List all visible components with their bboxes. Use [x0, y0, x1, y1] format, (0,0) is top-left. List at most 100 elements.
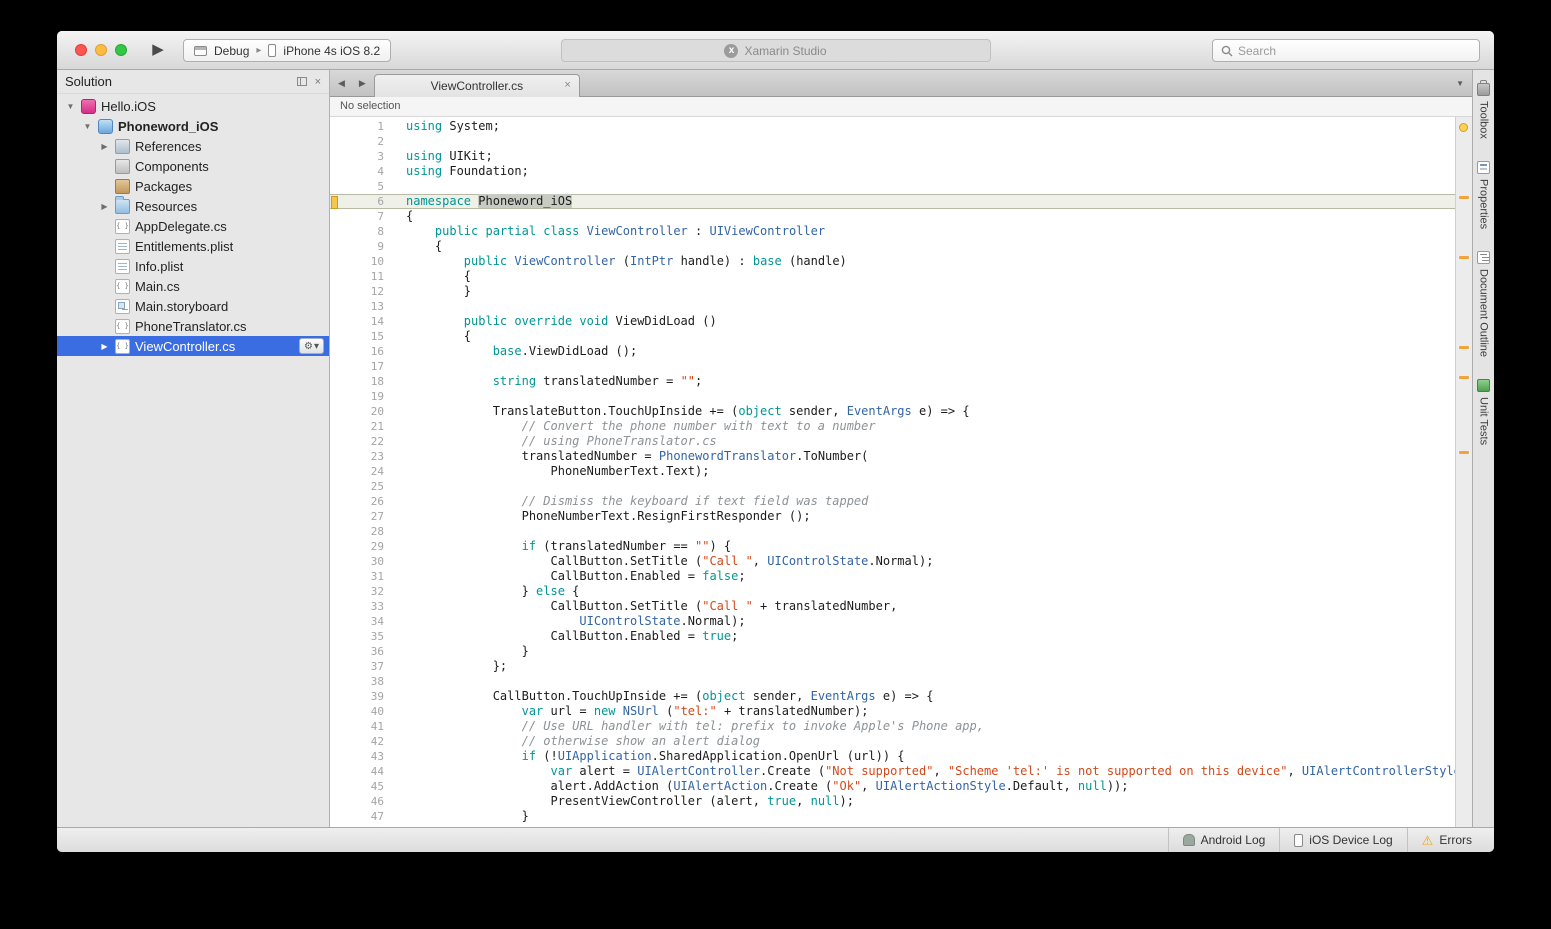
line-number[interactable]: 38: [330, 674, 392, 689]
task-marker[interactable]: [1459, 256, 1469, 259]
analysis-status-icon[interactable]: [1459, 123, 1468, 132]
back-button[interactable]: ◀: [338, 78, 345, 89]
line-number[interactable]: 23: [330, 449, 392, 464]
code-line[interactable]: 24 PhoneNumberText.Text);: [330, 464, 1455, 479]
line-number[interactable]: 28: [330, 524, 392, 539]
line-number[interactable]: 30: [330, 554, 392, 569]
tree-item-references[interactable]: ▶References: [57, 136, 329, 156]
line-number[interactable]: 47: [330, 809, 392, 824]
status-button-errors[interactable]: ⚠Errors: [1407, 828, 1486, 852]
line-number[interactable]: 34: [330, 614, 392, 629]
line-number[interactable]: 33: [330, 599, 392, 614]
code-line[interactable]: 10 public ViewController (IntPtr handle)…: [330, 254, 1455, 269]
task-marker[interactable]: [1459, 451, 1469, 454]
code-line[interactable]: 21 // Convert the phone number with text…: [330, 419, 1455, 434]
minimize-window-button[interactable]: [95, 44, 107, 56]
line-number[interactable]: 44: [330, 764, 392, 779]
tree-item-hello-ios[interactable]: ▼Hello.iOS: [57, 96, 329, 116]
code-line[interactable]: 45 alert.AddAction (UIAlertAction.Create…: [330, 779, 1455, 794]
dock-tab-toolbox[interactable]: Toolbox: [1477, 80, 1490, 139]
line-number[interactable]: 42: [330, 734, 392, 749]
line-number[interactable]: 43: [330, 749, 392, 764]
tree-item-resources[interactable]: ▶Resources: [57, 196, 329, 216]
code-line[interactable]: 41 // Use URL handler with tel: prefix t…: [330, 719, 1455, 734]
line-number[interactable]: 25: [330, 479, 392, 494]
tree-item-info-plist[interactable]: Info.plist: [57, 256, 329, 276]
code-line[interactable]: 32 } else {: [330, 584, 1455, 599]
code-line[interactable]: 43 if (!UIApplication.SharedApplication.…: [330, 749, 1455, 764]
tree-item-main-cs[interactable]: Main.cs: [57, 276, 329, 296]
code-line[interactable]: 38: [330, 674, 1455, 689]
code-line[interactable]: 16 base.ViewDidLoad ();: [330, 344, 1455, 359]
line-number[interactable]: 41: [330, 719, 392, 734]
code-line[interactable]: 33 CallButton.SetTitle ("Call " + transl…: [330, 599, 1455, 614]
disclosure-open-icon[interactable]: ▼: [82, 122, 93, 131]
code-line[interactable]: 6namespace Phoneword_iOS: [330, 194, 1455, 209]
dock-tab-unit-tests[interactable]: Unit Tests: [1477, 379, 1490, 445]
line-number[interactable]: 40: [330, 704, 392, 719]
code-line[interactable]: 8 public partial class ViewController : …: [330, 224, 1455, 239]
code-line[interactable]: 44 var alert = UIAlertController.Create …: [330, 764, 1455, 779]
code-line[interactable]: 4using Foundation;: [330, 164, 1455, 179]
disclosure-closed-icon[interactable]: ▶: [99, 342, 110, 351]
tree-item-main-storyboard[interactable]: Main.storyboard: [57, 296, 329, 316]
line-number[interactable]: 7: [330, 209, 392, 224]
code-line[interactable]: 46 PresentViewController (alert, true, n…: [330, 794, 1455, 809]
tab-viewcontroller[interactable]: ViewController.cs ×: [374, 74, 580, 97]
line-number[interactable]: 29: [330, 539, 392, 554]
status-button-android-log[interactable]: Android Log: [1168, 828, 1280, 852]
code-line[interactable]: 29 if (translatedNumber == "") {: [330, 539, 1455, 554]
close-pad-icon[interactable]: ×: [315, 76, 321, 88]
disclosure-open-icon[interactable]: ▼: [65, 102, 76, 111]
code-line[interactable]: 34 UIControlState.Normal);: [330, 614, 1455, 629]
tree-item-viewcontroller-cs[interactable]: ▶ViewController.cs⚙▾: [57, 336, 329, 356]
status-button-ios-device-log[interactable]: iOS Device Log: [1279, 828, 1406, 852]
line-number[interactable]: 24: [330, 464, 392, 479]
line-number[interactable]: 31: [330, 569, 392, 584]
code-line[interactable]: 42 // otherwise show an alert dialog: [330, 734, 1455, 749]
code-line[interactable]: 26 // Dismiss the keyboard if text field…: [330, 494, 1455, 509]
line-number[interactable]: 16: [330, 344, 392, 359]
line-number[interactable]: 2: [330, 134, 392, 149]
line-number[interactable]: 18: [330, 374, 392, 389]
line-number[interactable]: 22: [330, 434, 392, 449]
close-window-button[interactable]: [75, 44, 87, 56]
line-number[interactable]: 37: [330, 659, 392, 674]
code-line[interactable]: 13: [330, 299, 1455, 314]
code-line[interactable]: 19: [330, 389, 1455, 404]
line-number[interactable]: 26: [330, 494, 392, 509]
code-line[interactable]: 39 CallButton.TouchUpInside += (object s…: [330, 689, 1455, 704]
scheme-selector[interactable]: Debug ▸ iPhone 4s iOS 8.2: [183, 39, 391, 62]
line-number[interactable]: 3: [330, 149, 392, 164]
line-number[interactable]: 35: [330, 629, 392, 644]
code-line[interactable]: 11 {: [330, 269, 1455, 284]
code-line[interactable]: 2: [330, 134, 1455, 149]
tree-item-phonetranslator-cs[interactable]: PhoneTranslator.cs: [57, 316, 329, 336]
code-line[interactable]: 40 var url = new NSUrl ("tel:" + transla…: [330, 704, 1455, 719]
line-number[interactable]: 10: [330, 254, 392, 269]
line-number[interactable]: 13: [330, 299, 392, 314]
code-line[interactable]: 14 public override void ViewDidLoad (): [330, 314, 1455, 329]
line-number[interactable]: 45: [330, 779, 392, 794]
task-marker[interactable]: [1459, 376, 1469, 379]
code-line[interactable]: 23 translatedNumber = PhonewordTranslato…: [330, 449, 1455, 464]
dock-tab-properties[interactable]: Properties: [1477, 161, 1490, 229]
code-line[interactable]: 9 {: [330, 239, 1455, 254]
line-number[interactable]: 6: [330, 194, 392, 209]
item-options-button[interactable]: ⚙▾: [299, 338, 324, 354]
code-line[interactable]: 3using UIKit;: [330, 149, 1455, 164]
tree-item-appdelegate-cs[interactable]: AppDelegate.cs: [57, 216, 329, 236]
line-number[interactable]: 8: [330, 224, 392, 239]
task-marker[interactable]: [1459, 346, 1469, 349]
close-tab-icon[interactable]: ×: [564, 79, 570, 91]
code-line[interactable]: 25: [330, 479, 1455, 494]
code-line[interactable]: 5: [330, 179, 1455, 194]
line-number[interactable]: 17: [330, 359, 392, 374]
zoom-window-button[interactable]: [115, 44, 127, 56]
code-line[interactable]: 28: [330, 524, 1455, 539]
line-number[interactable]: 39: [330, 689, 392, 704]
line-number[interactable]: 32: [330, 584, 392, 599]
code-line[interactable]: 36 }: [330, 644, 1455, 659]
tree-item-packages[interactable]: Packages: [57, 176, 329, 196]
line-number[interactable]: 15: [330, 329, 392, 344]
